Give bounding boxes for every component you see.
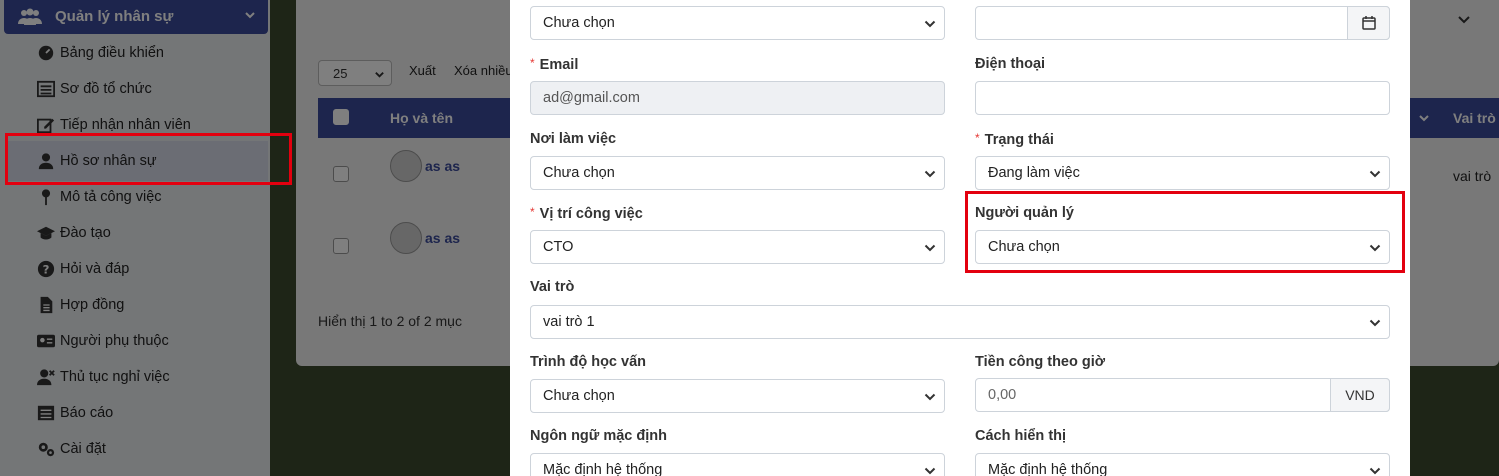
- hourly-wage-label: Tiền công theo giờ: [975, 354, 1106, 370]
- label-text: Email: [539, 57, 579, 73]
- required-mark: *: [975, 131, 980, 145]
- hourly-wage-input[interactable]: 0,00 VND: [975, 378, 1390, 412]
- chevron-down-icon: [1369, 170, 1381, 178]
- phone-label: Điện thoại: [975, 56, 1046, 72]
- hourly-wage-placeholder: 0,00: [988, 387, 1017, 403]
- education-select[interactable]: Chưa chọn: [530, 379, 945, 413]
- phone-field[interactable]: [975, 81, 1390, 115]
- calendar-icon: [1361, 16, 1376, 30]
- chevron-down-icon: [924, 467, 936, 475]
- highlight-box-manager: [965, 191, 1405, 273]
- display-select[interactable]: Mặc định hệ thống: [975, 453, 1390, 476]
- language-label: Ngôn ngữ mặc định: [530, 428, 667, 444]
- calendar-button[interactable]: [1347, 6, 1390, 40]
- required-mark: *: [530, 205, 535, 219]
- label-text: Trạng thái: [984, 132, 1054, 148]
- email-label: * Email: [530, 56, 578, 73]
- language-select[interactable]: Mặc định hệ thống: [530, 453, 945, 476]
- display-label: Cách hiển thị: [975, 428, 1067, 444]
- required-mark: *: [530, 56, 535, 70]
- select-value: CTO: [543, 239, 574, 255]
- chevron-down-icon: [1369, 467, 1381, 475]
- email-field[interactable]: ad@gmail.com: [530, 81, 945, 115]
- status-label: * Trạng thái: [975, 131, 1054, 148]
- email-value: ad@gmail.com: [543, 90, 640, 106]
- select-value: Chưa chọn: [543, 15, 615, 31]
- education-label: Trình độ học vấn: [530, 354, 647, 370]
- chevron-down-icon: [924, 170, 936, 178]
- position-select[interactable]: CTO: [530, 230, 945, 264]
- top-left-select[interactable]: Chưa chọn: [530, 6, 945, 40]
- workplace-select[interactable]: Chưa chọn: [530, 156, 945, 190]
- status-select[interactable]: Đang làm việc: [975, 156, 1390, 190]
- chevron-down-icon: [924, 244, 936, 252]
- currency-addon: VND: [1330, 378, 1390, 412]
- currency-label: VND: [1345, 387, 1375, 403]
- highlight-box-sidebar: [5, 133, 292, 185]
- chevron-down-icon: [924, 20, 936, 28]
- select-value: Mặc định hệ thống: [543, 462, 663, 476]
- role-label: Vai trò: [530, 279, 575, 295]
- select-value: vai trò 1: [543, 314, 595, 330]
- select-value: Mặc định hệ thống: [988, 462, 1108, 476]
- chevron-down-icon: [924, 393, 936, 401]
- select-value: Chưa chọn: [543, 165, 615, 181]
- date-input[interactable]: [975, 6, 1390, 40]
- position-label: * Vị trí công việc: [530, 205, 643, 222]
- workplace-label: Nơi làm việc: [530, 131, 617, 147]
- label-text: Vị trí công việc: [539, 206, 643, 222]
- select-value: Đang làm việc: [988, 165, 1080, 181]
- select-value: Chưa chọn: [543, 388, 615, 404]
- chevron-down-icon: [1369, 319, 1381, 327]
- role-select[interactable]: vai trò 1: [530, 305, 1390, 339]
